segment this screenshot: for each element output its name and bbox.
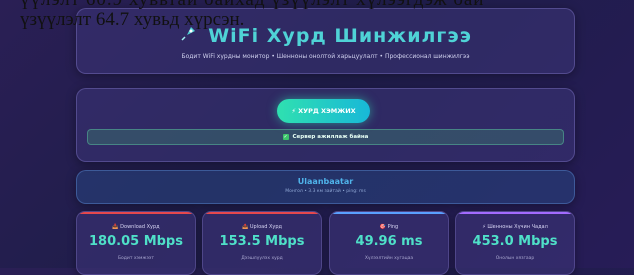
ping-stat-card: 🎯 Ping 49.96 ms Хүлээлтийн хугацаа bbox=[329, 211, 449, 275]
header-card: WiFi Хурд Шинжилгээ Бодит WiFi хурдны мо… bbox=[76, 8, 575, 74]
shannon-label: Шенноны Хүчин Чадал bbox=[487, 224, 548, 230]
location-card: Ulaanbaatar Монгол • 3.3 км зайтай • pin… bbox=[76, 170, 575, 204]
stat-label: 🎯 Ping bbox=[330, 224, 448, 230]
measure-speed-button[interactable]: ⚡ ХУРД ХЭМЖИХ bbox=[277, 99, 370, 123]
shannon-value: 453.0 Mbps bbox=[472, 234, 558, 249]
ping-label: Ping bbox=[387, 224, 399, 230]
upload-value: 153.5 Mbps bbox=[219, 234, 305, 249]
control-panel: ⚡ ХУРД ХЭМЖИХ ✓ Сервер ажиллаж байна bbox=[76, 88, 575, 162]
upload-stat-card: 📤 Upload Хурд 153.5 Mbps Дээшлүүлэх хурд bbox=[202, 211, 322, 275]
check-icon: ✓ bbox=[282, 133, 289, 140]
upload-caption: Дээшлүүлэх хурд bbox=[241, 256, 283, 261]
stat-label: 📥 Download Хурд bbox=[77, 224, 195, 230]
server-status-text: Сервер ажиллаж байна bbox=[292, 134, 369, 140]
stat-label: ⚡ Шенноны Хүчин Чадал bbox=[456, 224, 574, 230]
download-label: Download Хурд bbox=[120, 224, 160, 230]
card-accent-bar bbox=[77, 212, 195, 214]
server-status-bar: ✓ Сервер ажиллаж байна bbox=[87, 129, 564, 145]
location-name: Ulaanbaatar bbox=[297, 177, 354, 186]
card-accent-bar bbox=[203, 212, 321, 214]
ping-caption: Хүлээлтийн хугацаа bbox=[364, 256, 414, 261]
ping-value: 49.96 ms bbox=[355, 234, 423, 249]
card-accent-bar bbox=[456, 212, 574, 214]
target-icon: 🎯 bbox=[379, 224, 386, 230]
card-accent-bar bbox=[330, 212, 448, 214]
page-subtitle: Бодит WiFi хурдны монитор • Шенноны онол… bbox=[181, 53, 470, 60]
shannon-capacity-card: ⚡ Шенноны Хүчин Чадал 453.0 Mbps Онолын … bbox=[455, 211, 575, 275]
download-value: 180.05 Mbps bbox=[89, 234, 183, 249]
rocket-icon bbox=[179, 25, 197, 47]
download-caption: Бодит хэмжээт bbox=[117, 256, 155, 261]
upload-label: Upload Хурд bbox=[249, 224, 282, 230]
lightning-icon: ⚡ bbox=[482, 224, 486, 230]
location-detail: Монгол • 3.3 км зайтай • ping: ms bbox=[285, 189, 366, 194]
download-stat-card: 📥 Download Хурд 180.05 Mbps Бодит хэмжээ… bbox=[76, 211, 196, 275]
title-row: WiFi Хурд Шинжилгээ bbox=[77, 25, 574, 47]
stat-label: 📤 Upload Хурд bbox=[203, 224, 321, 230]
page-title: WiFi Хурд Шинжилгээ bbox=[208, 25, 472, 47]
shannon-caption: Онолын хязгаар bbox=[495, 256, 535, 261]
download-icon: 📥 bbox=[112, 224, 119, 230]
upload-icon: 📤 bbox=[242, 224, 249, 230]
